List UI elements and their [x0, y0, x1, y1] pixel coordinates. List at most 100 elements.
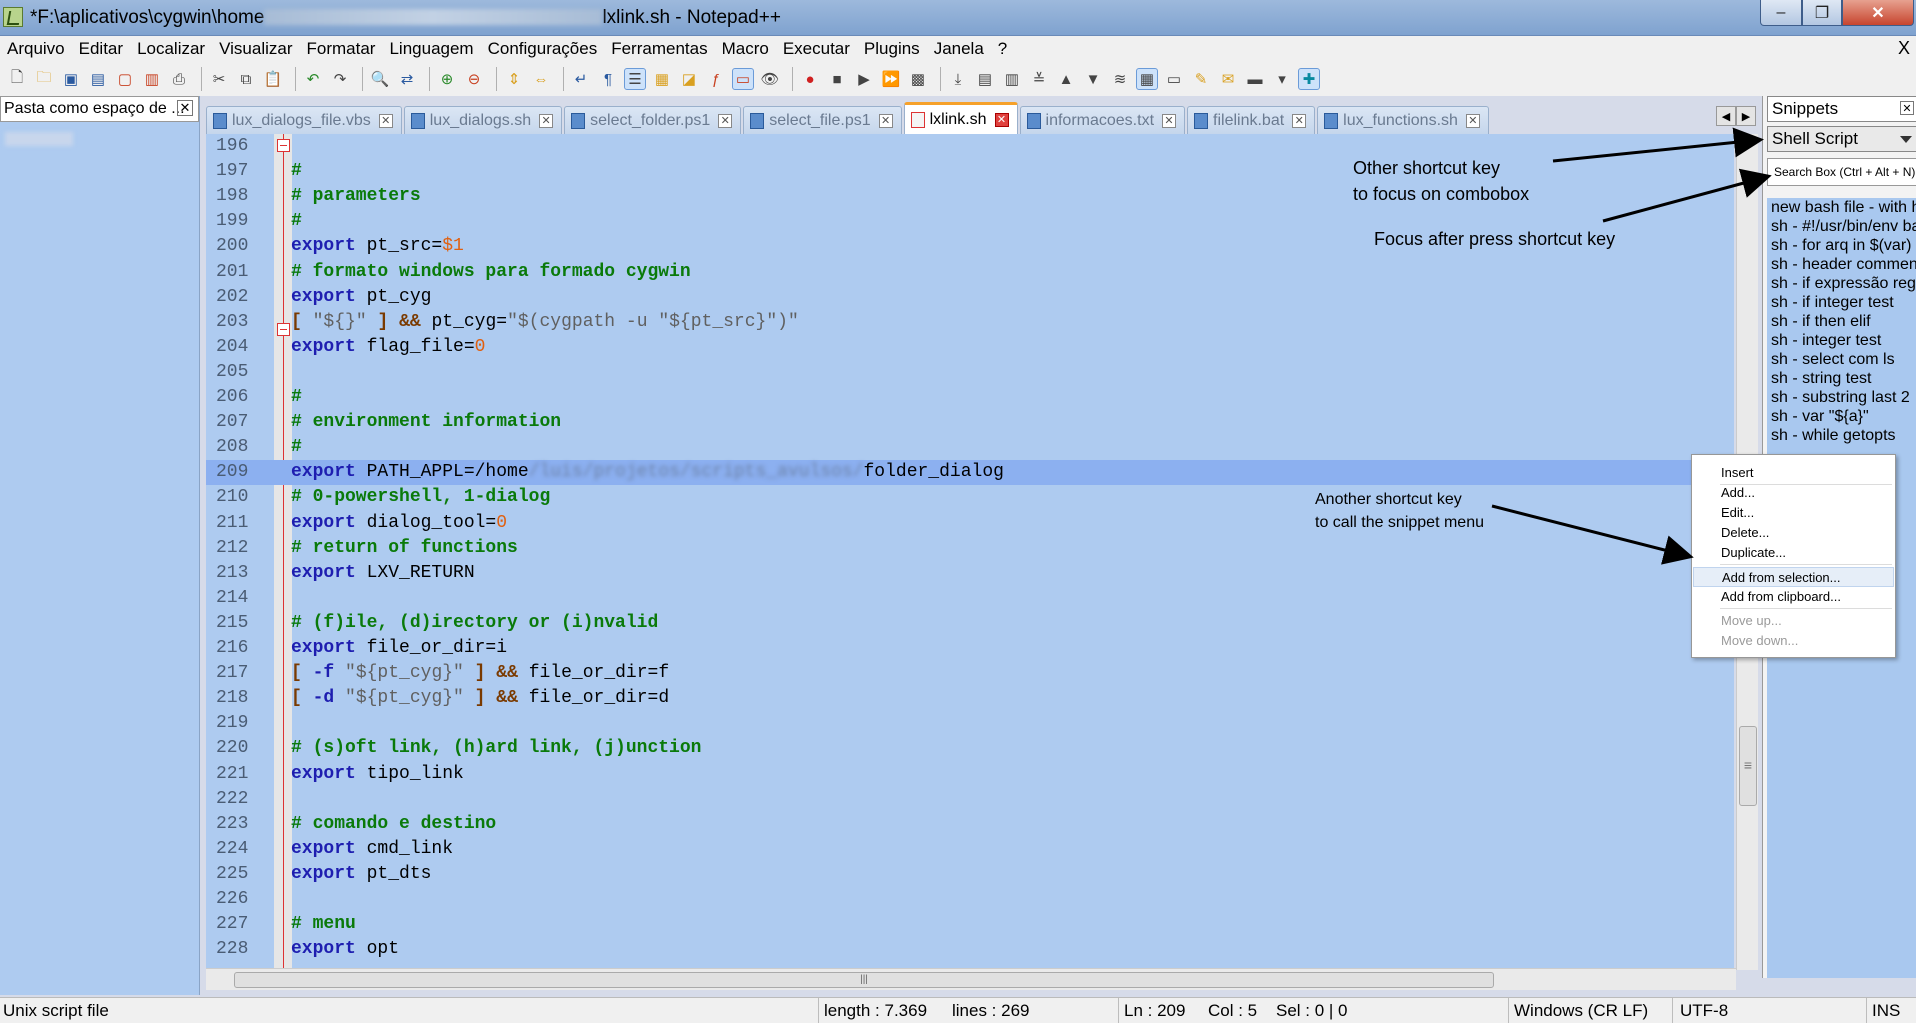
tab-scroll-right-icon[interactable]: ▶ — [1736, 106, 1756, 126]
plugin-icon-7[interactable]: ✎ — [1190, 68, 1212, 90]
context-menu-item-add-from-selection[interactable]: Add from selection... — [1693, 567, 1894, 587]
menu-arquivo[interactable]: Arquivo — [7, 39, 65, 59]
snippet-item[interactable]: sh - #!/usr/bin/env bash — [1767, 217, 1916, 236]
snippet-item[interactable]: sh - substring last 2 — [1767, 388, 1916, 407]
find-icon[interactable]: 🔍 — [369, 68, 391, 90]
maximize-button[interactable]: ❐ — [1802, 0, 1842, 26]
close-tab-icon[interactable]: ✕ — [994, 112, 1009, 127]
menu-macro[interactable]: Macro — [722, 39, 769, 59]
code-line[interactable]: 217 [ -f "${pt_cyg}" ] && file_or_dir=f — [206, 661, 1734, 686]
code-line[interactable]: 202 export pt_cyg — [206, 285, 1734, 310]
tab-select-folder-ps1[interactable]: select_folder.ps1 ✕ — [564, 106, 742, 134]
zoom-in-icon[interactable]: ⊕ — [436, 68, 458, 90]
chevron-down-icon[interactable] — [1900, 136, 1912, 143]
snippet-item[interactable]: sh - header comment — [1767, 255, 1916, 274]
code-line[interactable]: 206 # — [206, 385, 1734, 410]
menu-executar[interactable]: Executar — [783, 39, 850, 59]
snippet-item[interactable]: sh - string test — [1767, 369, 1916, 388]
monitoring-icon[interactable]: 👁 — [759, 68, 781, 90]
context-menu-item-add[interactable]: Add... — [1693, 483, 1894, 503]
snippet-search-input[interactable]: Search Box (Ctrl + Alt + N) — [1767, 158, 1916, 186]
notepadpp-app-icon[interactable] — [3, 7, 23, 27]
menu-formatar[interactable]: Formatar — [307, 39, 376, 59]
vertical-scroll-thumb[interactable]: ≡ — [1739, 726, 1757, 806]
paste-icon[interactable]: 📋 — [262, 68, 284, 90]
code-line[interactable]: 196 — [206, 134, 1734, 159]
tab-lux-dialogs-sh[interactable]: lux_dialogs.sh ✕ — [403, 106, 563, 134]
stop-macro-icon[interactable]: ■ — [826, 68, 848, 90]
close-icon[interactable]: ✕ — [177, 100, 193, 116]
code-line[interactable]: 222 — [206, 787, 1734, 812]
code-line[interactable]: 227 # menu — [206, 912, 1734, 937]
code-line[interactable]: 225 export pt_dts — [206, 862, 1734, 887]
close-tab-icon[interactable]: ✕ — [378, 113, 393, 128]
indent-guide-icon[interactable]: ☰ — [624, 68, 646, 90]
code-line[interactable]: 210 # 0-powershell, 1-dialog — [206, 485, 1734, 510]
code-line[interactable]: 213 export LXV_RETURN — [206, 561, 1734, 586]
sync-horizontal-icon[interactable]: ⇔ — [530, 68, 552, 90]
language-combobox[interactable]: Shell Script — [1767, 126, 1916, 152]
close-tab-icon[interactable]: ✕ — [718, 113, 733, 128]
snippet-item[interactable]: sh - while getopts — [1767, 426, 1916, 445]
code-line[interactable]: 228 export opt — [206, 937, 1734, 962]
replace-icon[interactable]: ⇄ — [396, 68, 418, 90]
menu-visualizar[interactable]: Visualizar — [219, 39, 292, 59]
user-defined-lang-icon[interactable]: ▦ — [651, 68, 673, 90]
arrow-down-icon[interactable]: ▼ — [1082, 68, 1104, 90]
plugin-icon-2[interactable]: ▤ — [974, 68, 996, 90]
arrow-up-icon[interactable]: ▲ — [1055, 68, 1077, 90]
close-document-button[interactable]: X — [1898, 38, 1910, 59]
plugin-icon-4[interactable]: ≚ — [1028, 68, 1050, 90]
context-menu-item-add-from-clipboard[interactable]: Add from clipboard... — [1693, 587, 1894, 607]
plugin-icon-3[interactable]: ▥ — [1001, 68, 1023, 90]
snippet-item[interactable]: sh - select com ls — [1767, 350, 1916, 369]
plugin-icon-5[interactable]: ≋ — [1109, 68, 1131, 90]
tab-select-file-ps1[interactable]: select_file.ps1 ✕ — [743, 106, 902, 134]
code-line[interactable]: 209 export PATH_APPL=/home/luis/projetos/… — [206, 460, 1734, 485]
snippet-item[interactable]: sh - var "${a}" — [1767, 407, 1916, 426]
code-line[interactable]: 201 # formato windows para formado cygwin — [206, 260, 1734, 285]
code-line[interactable]: 215 # (f)ile, (d)irectory or (i)nvalid — [206, 611, 1734, 636]
horizontal-scrollbar[interactable]: ||| — [206, 968, 1736, 990]
context-menu-item-edit[interactable]: Edit... — [1693, 503, 1894, 523]
dropdown-arrow-icon[interactable]: ▾ — [1271, 68, 1293, 90]
zoom-out-icon[interactable]: ⊖ — [463, 68, 485, 90]
minimize-button[interactable]: – — [1760, 0, 1802, 26]
code-line[interactable]: 219 — [206, 711, 1734, 736]
snippet-item[interactable]: sh - integer test — [1767, 331, 1916, 350]
redo-icon[interactable]: ↷ — [329, 68, 351, 90]
run-macro-multiple-icon[interactable]: ⏩ — [880, 68, 902, 90]
plugin-icon-1[interactable]: ⤓ — [947, 68, 969, 90]
code-line[interactable]: 224 export cmd_link — [206, 837, 1734, 862]
function-list-icon[interactable]: ƒ — [705, 68, 727, 90]
context-menu-item-insert[interactable]: Insert — [1693, 463, 1894, 483]
close-icon[interactable]: ✕ — [1900, 101, 1914, 115]
context-menu-item-delete[interactable]: Delete... — [1693, 523, 1894, 543]
menu-ferramentas[interactable]: Ferramentas — [611, 39, 707, 59]
play-macro-icon[interactable]: ▶ — [853, 68, 875, 90]
code-line[interactable]: 204 export flag_file=0 — [206, 335, 1734, 360]
code-line[interactable]: 212 # return of functions — [206, 536, 1734, 561]
snippets-panel-icon[interactable]: ▦ — [1136, 68, 1158, 90]
plugin-icon-8[interactable]: ✉ — [1217, 68, 1239, 90]
close-tab-icon[interactable]: ✕ — [1292, 113, 1307, 128]
tab-lxlink-sh[interactable]: lxlink.sh ✕ — [903, 102, 1018, 134]
close-tab-icon[interactable]: ✕ — [878, 113, 893, 128]
document-map-icon[interactable]: ◪ — [678, 68, 700, 90]
code-line[interactable]: 208 # — [206, 435, 1734, 460]
code-line[interactable]: 211 export dialog_tool=0 — [206, 511, 1734, 536]
close-all-icon[interactable]: ▥ — [141, 68, 163, 90]
snippet-item[interactable]: new bash file - with header — [1767, 198, 1916, 217]
show-all-chars-icon[interactable]: ¶ — [597, 68, 619, 90]
code-line[interactable]: 214 — [206, 586, 1734, 611]
code-line[interactable]: 203 [ "${}" ] && pt_cyg="$(cygpath -u "${… — [206, 310, 1734, 335]
menu-linguagem[interactable]: Linguagem — [389, 39, 473, 59]
snippet-item[interactable]: sh - if integer test — [1767, 293, 1916, 312]
tab-filelink-bat[interactable]: filelink.bat ✕ — [1187, 106, 1316, 134]
plugin-icon-6[interactable]: ▭ — [1163, 68, 1185, 90]
snippet-item[interactable]: sh - if then elif — [1767, 312, 1916, 331]
copy-icon[interactable]: ⧉ — [235, 68, 257, 90]
menu-help[interactable]: ? — [998, 39, 1007, 59]
menu-janela[interactable]: Janela — [934, 39, 984, 59]
console-icon[interactable]: ▬ — [1244, 68, 1266, 90]
